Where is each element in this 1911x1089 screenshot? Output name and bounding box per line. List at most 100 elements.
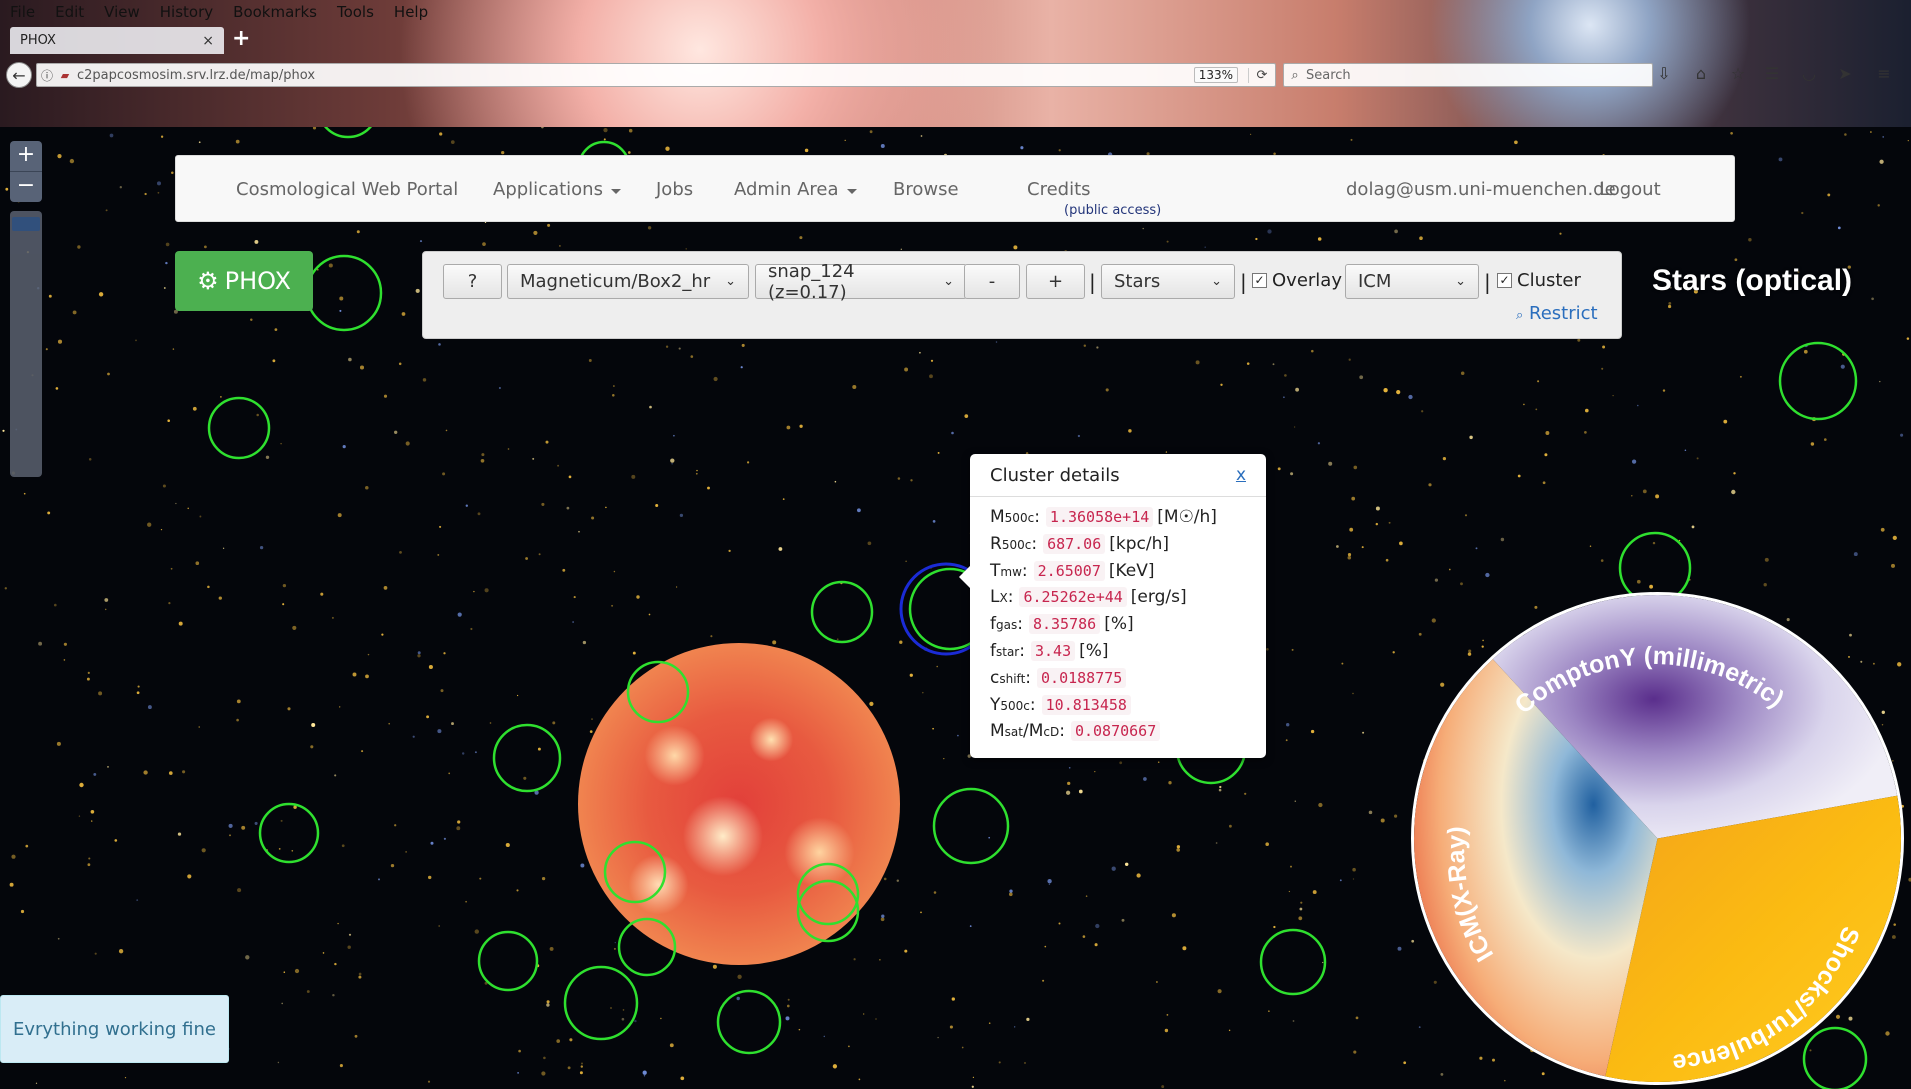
nav-user-label: dolag@usm.uni-muenchen.de [1346,179,1616,200]
cluster-details-popup: Cluster details x M 500c:1.36058e+14 [M☉/h… [959,454,1266,758]
cluster-ring[interactable] [1259,928,1327,996]
snapshot-prev-button[interactable]: - [964,264,1020,299]
chevron-down-icon: ⌄ [1211,274,1222,289]
pocket-icon[interactable]: ◡ [1797,64,1821,86]
menu-tools[interactable]: Tools [327,0,384,24]
popup-row-m500c: M 500c:1.36058e+14 [M☉/h] [990,507,1217,527]
new-tab-button[interactable]: + [232,26,250,51]
help-button[interactable]: ? [443,264,502,299]
nav-jobs[interactable]: Jobs [656,156,693,223]
zoom-slider-knob[interactable] [12,217,40,231]
simulation-select[interactable]: Magneticum/Box2_hr ⌄ [507,264,749,299]
nav-brand[interactable]: Cosmological Web Portal [236,156,458,223]
phox-button-label: PHOX [224,267,291,295]
checkbox-checked-icon[interactable]: ✓ [1252,273,1267,288]
row-unit: [KeV] [1108,560,1155,581]
row-unit: [%] [1079,640,1109,661]
row-value: 10.813458 [1041,694,1131,715]
popup-row-r500c: R 500c:687.06 [kpc/h] [990,533,1169,554]
snapshot-select[interactable]: snap_124 (z=0.17) ⌄ [755,261,967,303]
row-subscript: sat [1004,725,1023,740]
status-message: Evrything working fine [0,995,229,1063]
phox-button[interactable]: ⚙ PHOX [175,251,313,311]
cluster-ring[interactable] [207,396,271,460]
url-text[interactable]: c2papcosmosim.srv.lrz.de/map/phox [73,68,1194,83]
row-value: 2.65007 [1033,560,1105,581]
cluster-ring[interactable] [477,930,539,992]
zoom-slider[interactable] [10,211,42,477]
popup-rows: M 500c:1.36058e+14 [M☉/h] R 500c:687.06 [kpc… [970,497,1266,748]
menu-file[interactable]: File [0,0,45,24]
cluster-ring[interactable] [617,917,677,977]
cluster-ring[interactable] [563,965,639,1041]
simulation-select-value: Magneticum/Box2_hr [520,271,711,292]
row-subscript: 500c [1004,511,1035,525]
nav-logout[interactable]: Logout [1599,156,1661,223]
search-placeholder: Search [1306,67,1351,83]
cluster-ring[interactable] [716,989,782,1055]
row-value: 8.35786 [1028,614,1101,635]
reload-icon[interactable]: ⟳ [1248,67,1275,83]
cluster-ring[interactable] [603,840,667,904]
cluster-ring[interactable] [1802,1026,1868,1089]
row-value: 0.0188775 [1037,667,1127,688]
cluster-ring[interactable] [626,660,690,724]
info-icon[interactable]: ⓘ [37,67,57,84]
download-icon[interactable]: ⇩ [1652,64,1676,86]
popup-row-msat-mcd: Msat/M cD:0.0870667 [990,721,1246,748]
tab-close-icon[interactable]: × [202,33,214,49]
cluster-ring[interactable] [932,787,1010,865]
zoom-out-button[interactable]: − [10,172,42,202]
nav-credits[interactable]: Credits [1027,156,1091,223]
row-subscript: 500c [1000,698,1030,713]
back-button[interactable]: ← [6,62,32,88]
map-zoom-control: + − [10,141,42,202]
menu-history[interactable]: History [150,0,223,24]
row-unit: [%] [1104,614,1134,635]
sky-map[interactable]: ComptonY (millimetric) ICM(X-Ray) Shocks… [0,127,1911,1089]
nav-applications[interactable]: Applications [493,156,621,223]
zoom-level[interactable]: 133% [1193,67,1238,83]
browser-chrome: File Edit View History Bookmarks Tools H… [0,0,1911,127]
url-bar[interactable]: ⓘ ▰ c2papcosmosim.srv.lrz.de/map/phox 13… [36,63,1276,87]
nav-admin[interactable]: Admin Area [734,156,857,223]
row-subscript: shift [999,671,1026,686]
overlay-layer-value: ICM [1358,271,1392,292]
cluster-ring[interactable] [318,127,378,139]
cluster-ring[interactable] [810,580,874,644]
nav-brand-label: Cosmological Web Portal [236,179,459,200]
row-value: 687.06 [1043,533,1106,554]
reading-list-icon[interactable]: ☰ [1760,64,1784,86]
nav-user[interactable]: dolag@usm.uni-muenchen.de [1346,156,1616,223]
restrict-link[interactable]: ⌕ Restrict [1516,303,1598,324]
share-icon[interactable]: ➤ [1833,64,1857,86]
nav-browse-label: Browse [893,179,959,200]
cluster-ring[interactable] [492,723,562,793]
search-bar[interactable]: ⌕ Search [1283,63,1653,87]
nav-browse[interactable]: Browse [893,156,959,223]
checkbox-checked-icon[interactable]: ✓ [1497,273,1512,288]
menu-help[interactable]: Help [384,0,438,24]
browser-tab[interactable]: PHOX × [10,27,224,54]
menu-edit[interactable]: Edit [45,0,94,24]
bookmark-star-icon[interactable]: ☆ [1726,64,1750,86]
snapshot-next-button[interactable]: + [1026,264,1085,299]
overlay-layer-select[interactable]: ICM ⌄ [1345,264,1479,299]
cluster-ring[interactable] [796,879,860,943]
popup-close-link[interactable]: x [1236,465,1246,485]
insecure-lock-icon[interactable]: ▰ [57,69,73,82]
home-icon[interactable]: ⌂ [1689,64,1713,86]
cluster-checkbox[interactable]: ✓ Cluster [1497,270,1581,291]
cluster-ring[interactable] [796,862,860,926]
cluster-ring[interactable] [1778,341,1858,421]
menu-bookmarks[interactable]: Bookmarks [223,0,327,24]
zoom-in-button[interactable]: + [10,141,42,172]
menu-view[interactable]: View [94,0,150,24]
row-subscript: gas [996,618,1018,633]
cluster-ring[interactable] [305,254,383,332]
cluster-ring[interactable] [258,802,320,864]
overlay-checkbox[interactable]: ✓ Overlay [1252,270,1342,291]
layer-select[interactable]: Stars ⌄ [1101,264,1235,299]
hamburger-menu-icon[interactable]: ≡ [1872,64,1896,86]
layer-lens-pie[interactable]: ComptonY (millimetric) ICM(X-Ray) Shocks… [1411,592,1904,1085]
